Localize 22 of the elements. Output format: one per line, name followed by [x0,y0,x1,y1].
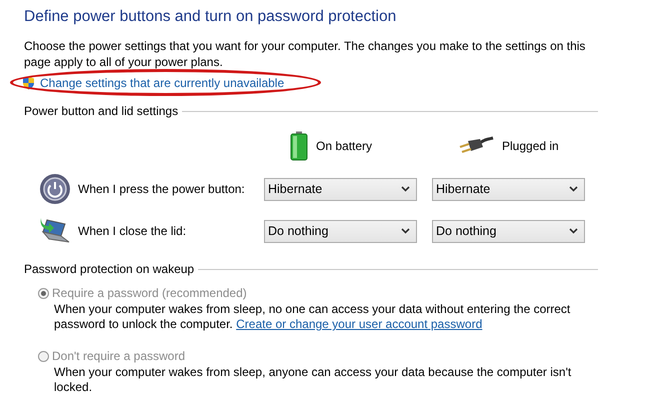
description-text: Choose the power settings that you want for your computer. The changes you make to the settings on this page apply to all of your power plans. [24,38,586,70]
chevron-icon [569,186,578,192]
column-heading: On battery [316,139,372,153]
power-icon [39,173,71,205]
option-description: When your computer wakes from sleep, no one can access your data without entering the correct password to unlock the computer. Create or change your user account password [54,302,572,332]
battery-icon [290,131,308,161]
action-dropdown[interactable]: Do nothing [264,220,417,242]
action-dropdown[interactable]: Hibernate [264,178,417,200]
chevron-icon [569,228,578,234]
section-heading: Power button and lid settings [24,104,178,118]
action-dropdown[interactable]: Do nothing [432,220,585,242]
action-dropdown[interactable]: Hibernate [432,178,585,200]
chevron-icon [401,228,410,234]
column-heading: Plugged in [502,139,559,153]
section-heading: Password protection on wakeup [24,262,194,276]
shield-icon [22,76,35,90]
page-title: Define power buttons and turn on password protection [24,8,398,27]
chevron-icon [401,186,410,192]
change-settings-link[interactable]: Change settings that are currently unavailable [40,76,284,90]
option-description: When your computer wakes from sleep, anyone can access your data because the computer isn't locked. [54,365,572,395]
setting-label: When I close the lid: [77,224,188,238]
setting-label: When I press the power button: [77,182,246,196]
